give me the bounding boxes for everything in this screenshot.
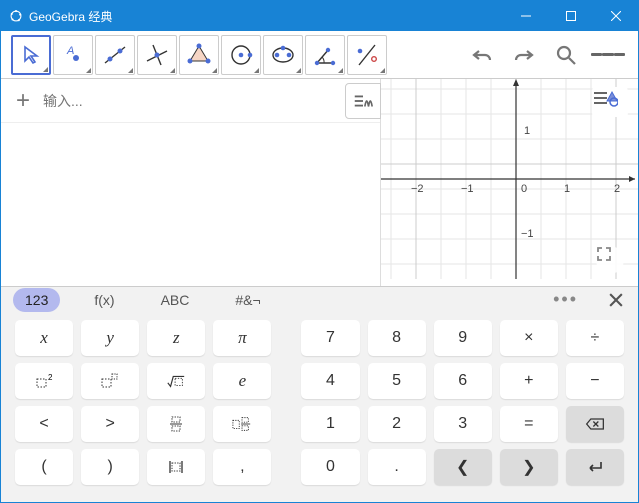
tool-reflect[interactable] — [347, 35, 387, 75]
keyboard-toggle-button[interactable] — [345, 83, 381, 119]
key-minus[interactable]: − — [566, 363, 624, 399]
key-backspace[interactable] — [566, 406, 624, 442]
tool-line[interactable] — [95, 35, 135, 75]
key-2[interactable]: 2 — [368, 406, 426, 442]
key-z[interactable]: z — [147, 320, 205, 356]
svg-text:1: 1 — [564, 183, 570, 195]
kb-tab-sym[interactable]: #&¬ — [223, 288, 272, 312]
tool-circle[interactable] — [221, 35, 261, 75]
undo-button[interactable] — [465, 38, 499, 72]
key-plus[interactable]: + — [500, 363, 558, 399]
key-right[interactable]: ❯ — [500, 449, 558, 485]
key-grid: x y z π 7 8 9 × ÷ 2 e 4 5 6 + − < > — [1, 312, 638, 502]
svg-text:0: 0 — [521, 183, 527, 195]
key-equals[interactable]: = — [500, 406, 558, 442]
minimize-button[interactable] — [503, 1, 548, 31]
key-power[interactable] — [81, 363, 139, 399]
key-dot[interactable]: . — [368, 449, 426, 485]
svg-text:2: 2 — [614, 183, 620, 195]
tool-perpendicular[interactable] — [137, 35, 177, 75]
graphics-options-button[interactable] — [592, 87, 628, 117]
key-pi[interactable]: π — [213, 320, 271, 356]
tool-polygon[interactable] — [179, 35, 219, 75]
algebra-view: + — [1, 79, 381, 286]
key-7[interactable]: 7 — [301, 320, 359, 356]
key-0[interactable]: 0 — [301, 449, 359, 485]
fullscreen-button[interactable] — [596, 246, 624, 274]
svg-text:2: 2 — [48, 373, 53, 382]
key-gt[interactable]: > — [81, 406, 139, 442]
maximize-button[interactable] — [548, 1, 593, 31]
key-rparen[interactable]: ) — [81, 449, 139, 485]
key-4[interactable]: 4 — [301, 363, 359, 399]
close-button[interactable] — [593, 1, 638, 31]
add-icon[interactable]: + — [9, 87, 37, 115]
redo-button[interactable] — [507, 38, 541, 72]
svg-text:−1: −1 — [521, 228, 534, 240]
kb-more-button[interactable]: ••• — [553, 289, 578, 310]
key-5[interactable]: 5 — [368, 363, 426, 399]
key-lparen[interactable]: ( — [15, 449, 73, 485]
tool-move[interactable] — [11, 35, 51, 75]
key-left[interactable]: ❮ — [434, 449, 492, 485]
key-frac[interactable] — [147, 406, 205, 442]
main-area: + −2 −1 0 1 2 1 −1 — [1, 79, 638, 286]
tool-point[interactable]: A — [53, 35, 93, 75]
key-multiply[interactable]: × — [500, 320, 558, 356]
key-abs[interactable] — [147, 449, 205, 485]
key-y[interactable]: y — [81, 320, 139, 356]
app-logo-icon — [9, 9, 23, 23]
search-button[interactable] — [549, 38, 583, 72]
kb-close-button[interactable] — [606, 290, 626, 310]
key-sqrt[interactable] — [147, 363, 205, 399]
svg-text:1: 1 — [524, 125, 530, 137]
tool-angle[interactable] — [305, 35, 345, 75]
titlebar: GeoGebra 经典 — [1, 1, 638, 31]
kb-tab-abc[interactable]: ABC — [149, 288, 202, 312]
key-x[interactable]: x — [15, 320, 73, 356]
expression-input[interactable] — [37, 87, 372, 115]
key-square[interactable]: 2 — [15, 363, 73, 399]
menu-button[interactable] — [591, 38, 625, 72]
app-title: GeoGebra 经典 — [29, 8, 112, 25]
key-divide[interactable]: ÷ — [566, 320, 624, 356]
keyboard-tabs: 123 f(x) ABC #&¬ ••• — [1, 287, 638, 312]
key-3[interactable]: 3 — [434, 406, 492, 442]
key-mixed[interactable] — [213, 406, 271, 442]
key-8[interactable]: 8 — [368, 320, 426, 356]
key-comma[interactable]: , — [213, 449, 271, 485]
svg-text:−1: −1 — [461, 183, 474, 195]
graphics-view[interactable]: −2 −1 0 1 2 1 −1 — [381, 79, 638, 286]
key-lt[interactable]: < — [15, 406, 73, 442]
tool-ellipse[interactable] — [263, 35, 303, 75]
kb-tab-123[interactable]: 123 — [13, 288, 60, 312]
svg-text:A: A — [66, 45, 74, 57]
key-1[interactable]: 1 — [301, 406, 359, 442]
svg-text:−2: −2 — [411, 183, 424, 195]
virtual-keyboard: 123 f(x) ABC #&¬ ••• x y z π 7 8 9 × ÷ 2… — [1, 286, 638, 502]
key-e[interactable]: e — [213, 363, 271, 399]
toolbar: A — [1, 31, 638, 79]
key-9[interactable]: 9 — [434, 320, 492, 356]
key-enter[interactable] — [566, 449, 624, 485]
input-row: + — [1, 79, 380, 123]
kb-tab-fx[interactable]: f(x) — [82, 288, 126, 312]
key-6[interactable]: 6 — [434, 363, 492, 399]
